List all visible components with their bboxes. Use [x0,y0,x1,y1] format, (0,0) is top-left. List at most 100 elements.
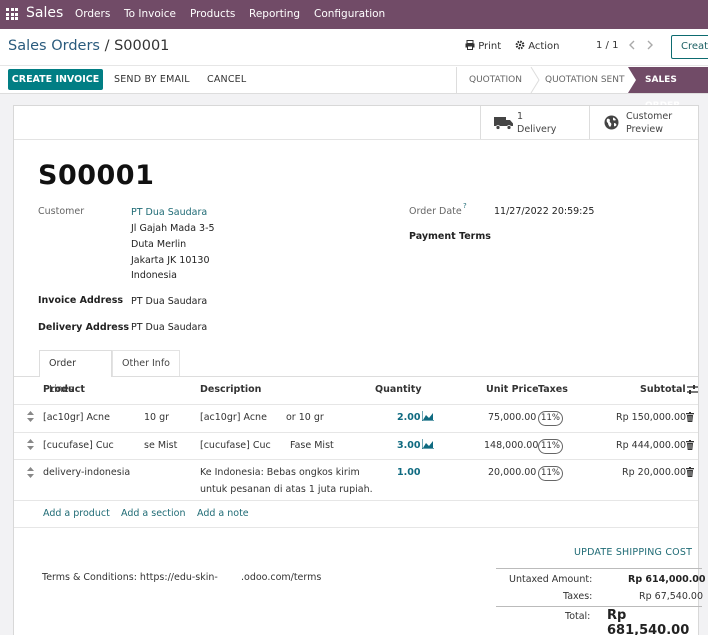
product-cell[interactable]: [ac10gr] Acne [43,412,110,423]
untaxed-amount-value: Rp 614,000.00 [628,574,706,585]
delivery-address-value[interactable]: PT Dua Saudara [131,322,207,333]
trash-icon[interactable] [686,412,694,422]
tax-badge[interactable]: 11% [538,411,563,426]
pager-next-icon[interactable] [646,40,654,50]
divider [0,65,708,66]
menu-reporting[interactable]: Reporting [249,8,300,20]
order-title: S00001 [38,160,155,191]
create-button[interactable]: Create [671,35,708,59]
apps-menu-icon[interactable] [6,8,18,20]
delivery-label: Delivery [517,124,557,135]
column-header-subtotal[interactable]: Subtotal [640,384,686,395]
add-product-link[interactable]: Add a product [43,508,110,519]
taxes-value: Rp 67,540.00 [639,591,703,602]
product-cell[interactable]: delivery-indonesia [43,467,130,478]
totals-divider [496,568,702,569]
order-date-label: Order Date [409,206,462,217]
order-date-help-icon[interactable]: ? [463,202,467,210]
trash-icon[interactable] [686,440,694,450]
description-cell[interactable]: [ac10gr] Acne [200,412,267,423]
print-button[interactable]: Print [465,40,501,52]
payment-terms-label: Payment Terms [409,231,491,242]
terms-conditions-suffix: .odoo.com/terms [241,572,322,583]
forecast-chart-icon[interactable] [422,411,434,421]
status-quotation[interactable]: QUOTATION [469,67,522,93]
drag-handle-icon[interactable] [27,467,34,478]
customer-name-link[interactable]: PT Dua Saudara [131,207,207,218]
pager-value[interactable]: 1 / 1 [596,40,618,51]
quantity-cell[interactable]: 3.00 [397,440,420,451]
action-button[interactable]: Action [515,40,560,52]
customer-address-line: Jakarta JK 10130 [131,255,210,266]
terms-conditions-prefix: Terms & Conditions: https://edu-skin- [42,572,218,583]
menu-orders[interactable]: Orders [75,8,110,20]
add-section-link[interactable]: Add a section [121,508,185,519]
cancel-button[interactable]: CANCEL [207,74,246,85]
order-date-value[interactable]: 11/27/2022 20:59:25 [494,206,594,217]
truck-icon [494,117,513,130]
send-by-email-button[interactable]: SEND BY EMAIL [114,74,190,85]
description-cell-tail[interactable]: Fase Mist [290,440,334,451]
tabs-divider [14,376,698,377]
customer-preview-button[interactable]: Customer Preview [589,106,699,139]
column-header-unit-price[interactable]: Unit Price [486,384,539,395]
unit-price-cell[interactable]: 75,000.00 [488,412,536,423]
column-header-description[interactable]: Description [200,384,261,395]
invoice-address-value[interactable]: PT Dua Saudara [131,296,207,307]
menu-products[interactable]: Products [190,8,235,20]
drag-handle-icon[interactable] [27,411,34,422]
subtotal-cell: Rp 150,000.00 [616,412,687,423]
customer-label: Customer [38,206,85,217]
statusbar-divider [456,67,457,93]
print-label: Print [478,41,502,52]
description-cell[interactable]: [cucufase] Cuc [200,440,271,451]
trash-icon[interactable] [686,467,694,477]
add-note-link[interactable]: Add a note [197,508,249,519]
column-header-taxes[interactable]: Taxes [538,384,568,395]
delivery-smart-button[interactable]: 1 Delivery [480,106,589,139]
customer-preview-label-1: Customer [626,111,673,122]
action-label: Action [528,41,560,52]
update-shipping-cost-button[interactable]: UPDATE SHIPPING COST [574,547,692,558]
status-arrow [530,67,540,93]
menu-to-invoice[interactable]: To Invoice [124,8,176,20]
customer-address-line: Indonesia [131,270,177,281]
row-divider [14,500,698,501]
status-quotation-sent[interactable]: QUOTATION SENT [545,67,624,93]
description-cell[interactable]: Ke Indonesia: Bebas ongkos kirim [200,467,360,478]
top-navbar: Sales Orders To Invoice Products Reporti… [0,0,708,29]
description-cell-tail[interactable]: or 10 gr [286,412,324,423]
untaxed-amount-label: Untaxed Amount: [509,574,593,585]
table-header-divider [14,404,698,405]
drag-handle-icon[interactable] [27,439,34,450]
quantity-cell[interactable]: 2.00 [397,412,420,423]
breadcrumb-parent[interactable]: Sales Orders [8,38,100,54]
optional-columns-icon[interactable] [687,384,698,395]
row-divider [14,459,698,460]
menu-configuration[interactable]: Configuration [314,8,385,20]
active-tab-gap [40,376,111,377]
forecast-chart-icon[interactable] [422,439,434,449]
tab-order-lines[interactable]: Order Lines [39,350,112,395]
product-cell[interactable]: [cucufase] Cuc [43,440,114,451]
taxes-label: Taxes: [563,591,593,602]
product-cell-tail[interactable]: 10 gr [144,412,169,423]
quantity-cell[interactable]: 1.00 [397,467,420,478]
column-header-product[interactable]: Product [43,384,85,395]
total-label: Total: [565,611,591,622]
customer-preview-label-2: Preview [626,124,663,135]
description-cell-line2[interactable]: untuk pesanan di atas 1 juta rupiah. [200,484,373,495]
total-value: Rp 681,540.00 [607,608,690,635]
pager-previous-icon[interactable] [628,40,636,50]
status-sales-order[interactable]: SALES ORDER [645,67,708,111]
column-header-quantity[interactable]: Quantity [375,384,422,395]
product-cell-tail[interactable]: se Mist [144,440,177,451]
tab-other-info[interactable]: Other Info [112,350,180,377]
tax-badge[interactable]: 11% [538,439,563,454]
unit-price-cell[interactable]: 148,000.00 [484,440,538,451]
tax-badge[interactable]: 11% [538,466,563,481]
breadcrumb: Sales Orders / S00001 [8,38,169,54]
create-invoice-button[interactable]: CREATE INVOICE [8,69,103,90]
app-brand[interactable]: Sales [26,5,63,21]
unit-price-cell[interactable]: 20,000.00 [488,467,536,478]
